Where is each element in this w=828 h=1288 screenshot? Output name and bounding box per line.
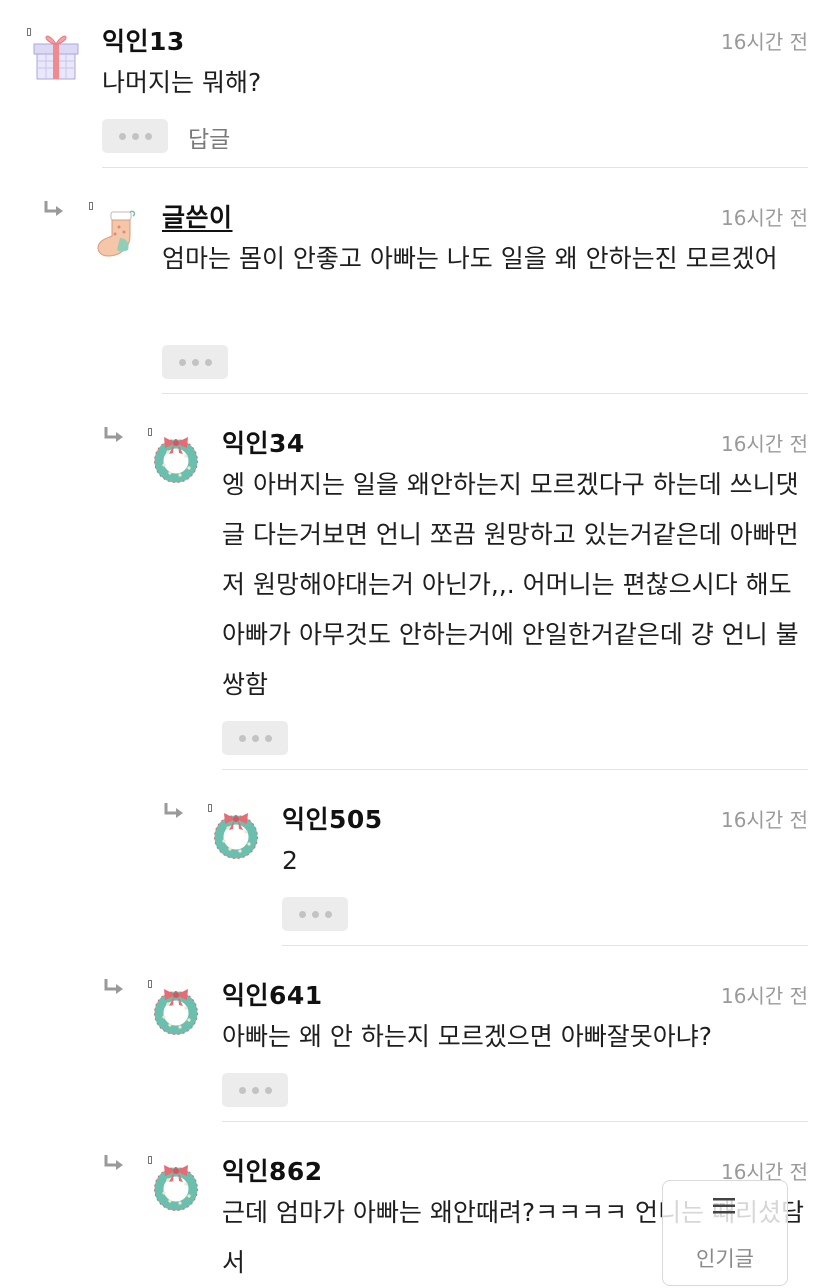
christmas-stocking-icon — [97, 210, 136, 257]
comment-text: 엄마는 몸이 안좋고 아빠는 나도 일을 왜 안하는진 모르겠어 — [162, 244, 778, 273]
divider — [282, 945, 808, 946]
divider — [162, 393, 808, 394]
popular-posts-label: 인기글 — [696, 1247, 754, 1271]
popular-posts-button[interactable]: 인기글 — [662, 1180, 788, 1286]
comment-item: 익인641 16시간 전 아빠는 왜 안 하는지 모르겠으면 아빠잘못아냐? — [148, 976, 808, 1108]
wreath-icon — [210, 808, 262, 860]
comment-item: 익인505 16시간 전 2 — [208, 800, 808, 932]
comment-author[interactable]: 익인641 — [222, 976, 323, 1012]
reply-arrow-icon — [164, 803, 183, 818]
comment-author[interactable]: 익인34 — [222, 424, 305, 460]
more-options-button[interactable] — [162, 345, 228, 379]
comment-author[interactable]: 익인505 — [282, 800, 383, 836]
comment-item: 글쓴이 16시간 전 엄마는 몸이 안좋고 아빠는 나도 일을 왜 안하는진 모… — [89, 198, 808, 380]
comment-author[interactable]: 익인862 — [222, 1152, 323, 1188]
wreath-icon — [150, 1160, 202, 1212]
wreath-icon — [150, 984, 202, 1036]
comment-author[interactable]: 익인13 — [102, 22, 185, 58]
wreath-icon — [150, 432, 202, 484]
divider — [222, 1121, 808, 1122]
comment-text: 나머지는 뭐해? — [102, 68, 262, 97]
comment-text: 2 — [282, 846, 298, 875]
comment-time: 16시간 전 — [720, 30, 808, 54]
comment-text: 엥 아버지는 일을 왜안하는지 모르겠다구 하는데 쓰니댓글 다는거보면 언니 … — [222, 470, 799, 699]
divider — [222, 769, 808, 770]
more-options-button[interactable] — [222, 1073, 288, 1107]
comment-item: 익인13 16시간 전 나머지는 뭐해? 답글 — [27, 22, 808, 162]
reply-arrow-icon — [104, 427, 123, 442]
menu-icon — [713, 1198, 735, 1214]
divider — [102, 167, 808, 168]
more-options-button[interactable] — [222, 721, 288, 755]
reply-arrow-icon — [104, 979, 123, 994]
reply-arrow-icon — [44, 201, 63, 216]
more-options-button[interactable] — [282, 897, 348, 931]
comment-time: 16시간 전 — [720, 984, 808, 1008]
comment-author-op[interactable]: 글쓴이 — [162, 198, 233, 234]
comment-text: 아빠는 왜 안 하는지 모르겠으면 아빠잘못아냐? — [222, 1022, 713, 1051]
comment-item: 익인34 16시간 전 엥 아버지는 일을 왜안하는지 모르겠다구 하는데 쓰니… — [148, 424, 808, 756]
gift-box-icon — [33, 35, 79, 80]
reply-arrow-icon — [104, 1155, 123, 1170]
comment-time: 16시간 전 — [720, 808, 808, 832]
comment-time: 16시간 전 — [720, 206, 808, 230]
more-options-button[interactable] — [102, 119, 168, 153]
reply-button[interactable]: 답글 — [188, 120, 230, 154]
comment-time: 16시간 전 — [720, 432, 808, 456]
